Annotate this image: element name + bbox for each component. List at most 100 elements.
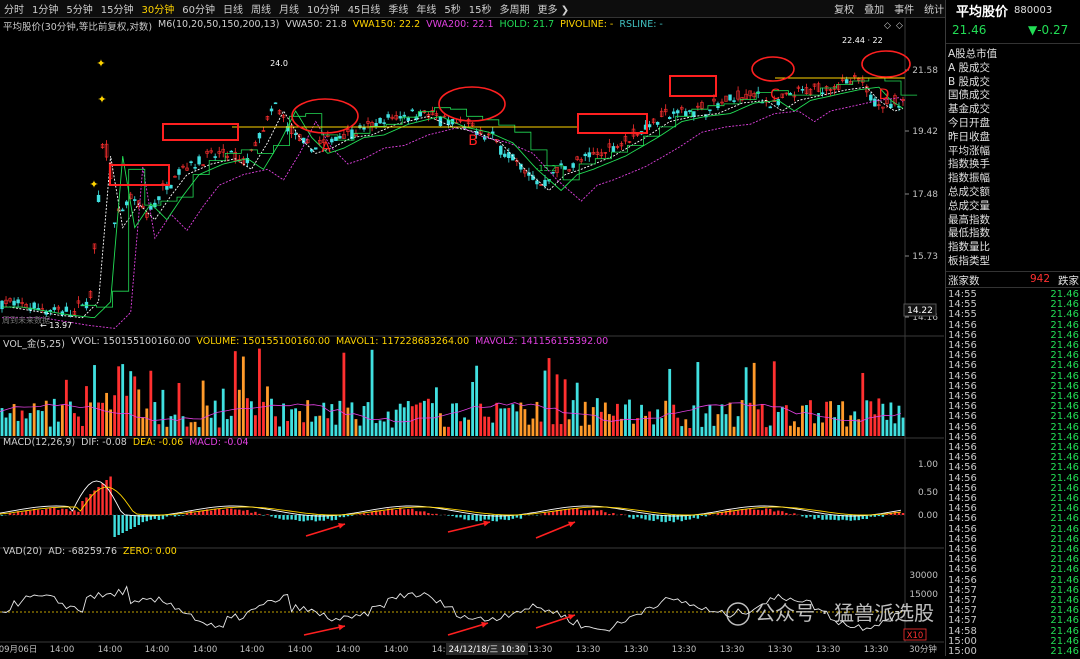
period-tab[interactable]: 5秒 [440, 1, 464, 16]
volume-bar [849, 415, 853, 436]
volume-bar [680, 426, 684, 436]
consolidation-box [577, 113, 648, 134]
period-tab[interactable]: 60分钟 [178, 1, 219, 16]
volume-bar [93, 365, 96, 436]
candle-body [406, 117, 410, 121]
candle-body [124, 201, 129, 206]
volume-bar [44, 400, 48, 436]
volume-bar [652, 424, 656, 436]
volume-bar [861, 372, 865, 436]
volume-bar [141, 417, 145, 436]
volume-bar [24, 418, 28, 436]
period-label: 30分钟 [909, 644, 937, 655]
time-axis-label: 14:00 [288, 645, 313, 655]
volume-bar [724, 414, 728, 436]
volume-bar [527, 424, 531, 436]
butterfly-icon: ✦ [97, 93, 106, 106]
volume-bar [587, 424, 591, 436]
candle-body [257, 133, 262, 139]
volume-bar [165, 426, 169, 436]
quote-field-label: 基金成交 [948, 103, 990, 116]
volume-bar [414, 404, 418, 436]
volume-bar [728, 402, 732, 436]
tool-button[interactable]: 事件 [889, 1, 919, 16]
period-tab[interactable]: 季线 [384, 1, 412, 16]
volume-bar [483, 416, 487, 436]
time-axis-label: 14:00 [240, 645, 265, 655]
legend-item: VWA200: 22.1 [426, 19, 494, 30]
volume-bar [358, 425, 362, 436]
volume-bar [189, 422, 193, 436]
candle-body [386, 114, 390, 118]
legend-item: VVOL: 150155100160.00 [70, 336, 191, 347]
volume-bar [68, 401, 72, 436]
volume-bar [539, 421, 543, 436]
volume-bar [700, 426, 704, 436]
low-label: -15.2 [536, 164, 557, 173]
volume-bar [193, 421, 197, 436]
volume-bar [487, 416, 491, 436]
candle-body [378, 118, 382, 124]
butterfly-icon: ✦ [89, 178, 98, 191]
legend-item: ZERO: 0.00 [123, 546, 177, 557]
volume-bar [97, 402, 100, 436]
volume-bar [684, 419, 688, 436]
candle-body [314, 147, 318, 150]
period-tab[interactable]: 30分钟 [137, 1, 178, 16]
period-tab[interactable]: 15分钟 [97, 1, 138, 16]
candle-body [844, 79, 849, 84]
tool-button[interactable]: 复权 [829, 1, 859, 16]
volume-bar [559, 424, 563, 436]
volume-bar [809, 400, 812, 436]
volume-bar [117, 366, 121, 436]
period-tab[interactable]: 多周期 [496, 1, 534, 16]
volume-bar [760, 403, 764, 436]
period-tab[interactable]: 45日线 [344, 1, 385, 16]
volume-bar [459, 421, 462, 436]
time-axis-label: 13:30 [528, 645, 553, 655]
volume-bar [853, 411, 857, 436]
period-tab[interactable]: 分时 [0, 1, 28, 16]
volume-bar [788, 425, 792, 436]
volume-bar [901, 417, 905, 436]
candle-body [293, 133, 298, 135]
candle-body [177, 169, 181, 175]
period-tab[interactable]: 5分钟 [62, 1, 96, 16]
period-tab[interactable]: 月线 [275, 1, 303, 16]
period-tab[interactable]: 更多 ❯ [534, 1, 574, 16]
tool-button[interactable]: 叠加 [859, 1, 889, 16]
period-tab[interactable]: 1分钟 [28, 1, 62, 16]
period-tab[interactable]: 日线 [219, 1, 247, 16]
hold-line [80, 77, 918, 308]
volume-bar [201, 380, 205, 436]
period-tab[interactable]: 年线 [412, 1, 440, 16]
candle-body [869, 94, 873, 101]
volume-bar [648, 411, 651, 436]
last-price: 21.46 [952, 23, 987, 37]
volume-bar [455, 403, 458, 436]
quote-field-label: 板指类型 [948, 255, 990, 267]
candle-body [52, 307, 57, 310]
volume-bar [314, 416, 318, 436]
time-axis-label: 13:30 [672, 645, 697, 655]
legend-item: DIF: -0.08 [81, 437, 127, 448]
period-tab[interactable]: 周线 [247, 1, 275, 16]
marker-label: A [321, 140, 331, 156]
period-tab[interactable]: 15秒 [465, 1, 496, 16]
volume-bar [85, 386, 88, 436]
volume-bar [282, 403, 285, 436]
candle-body [655, 121, 660, 125]
volume-bar [177, 382, 181, 436]
period-tab[interactable]: 10分钟 [303, 1, 344, 16]
period-tabs: 分时 1分钟 5分钟 15分钟 30分钟 60分钟 日线 周线 月线 10分钟 45日线 季线 年线 5秒… [0, 1, 573, 16]
candle-body [667, 117, 672, 119]
volume-bar [406, 401, 410, 436]
tick-price: 21.46 [1050, 646, 1079, 657]
price-box-label: 14.22 [907, 306, 933, 316]
volume-bar [837, 405, 841, 436]
volume-bar [386, 411, 390, 436]
volume-bar [16, 420, 20, 436]
time-axis-label: 13:30 [576, 645, 601, 655]
volume-bar [318, 415, 322, 436]
volume-bar [736, 416, 740, 436]
